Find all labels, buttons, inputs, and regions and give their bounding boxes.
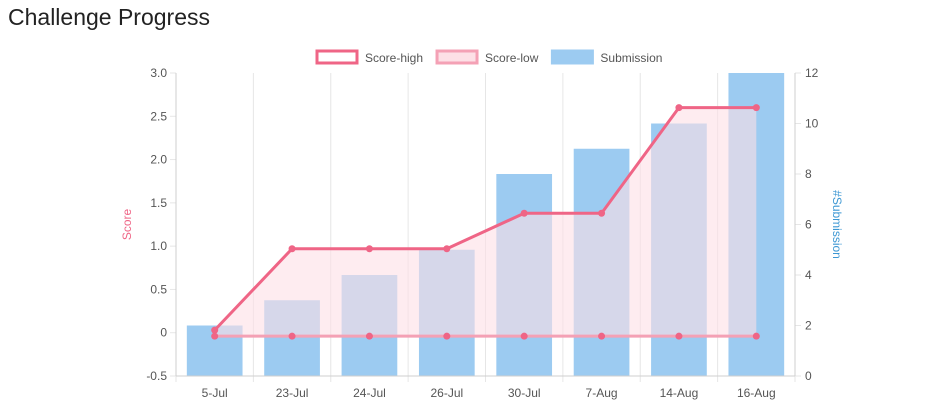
y2-tick-label: 2 xyxy=(805,319,812,333)
legend-swatch xyxy=(550,49,594,65)
y-tick-label: 1.5 xyxy=(150,196,167,210)
score-low-point xyxy=(598,332,606,340)
legend-label: Score-high xyxy=(365,51,423,65)
score-low-point xyxy=(752,332,760,340)
y2-tick-label: 6 xyxy=(805,218,812,232)
legend-label: Submission xyxy=(600,51,662,65)
score-low-point xyxy=(288,332,296,340)
x-tick-label: 16-Aug xyxy=(737,386,776,400)
score-high-point xyxy=(598,209,606,217)
score-low-point xyxy=(675,332,683,340)
y-tick-label: 2.0 xyxy=(150,153,167,167)
legend-label: Score-low xyxy=(485,51,539,65)
score-high-point xyxy=(520,209,528,217)
score-high-point xyxy=(752,104,760,112)
score-high-point xyxy=(288,245,296,253)
y-tick-label: 0.5 xyxy=(150,282,167,296)
score-low-point xyxy=(365,332,373,340)
y-axis-title: Score xyxy=(120,209,134,241)
y2-axis-title: #Submission xyxy=(830,190,844,259)
score-high-point xyxy=(443,245,451,253)
legend-swatch xyxy=(435,49,479,65)
x-tick-label: 7-Aug xyxy=(586,386,618,400)
score-high-point xyxy=(365,245,373,253)
y2-tick-label: 4 xyxy=(805,268,812,282)
y2-tick-label: 8 xyxy=(805,167,812,181)
score-low-point xyxy=(520,332,528,340)
y-tick-label: 1.0 xyxy=(150,239,167,253)
y2-tick-label: 0 xyxy=(805,369,812,383)
legend-swatch xyxy=(315,49,359,65)
y-tick-label: 2.5 xyxy=(150,109,167,123)
x-tick-label: 24-Jul xyxy=(353,386,386,400)
y-tick-label: 0 xyxy=(160,326,167,340)
score-low-point xyxy=(211,332,219,340)
score-high-point xyxy=(211,326,219,334)
y-tick-label: -0.5 xyxy=(146,369,167,383)
x-tick-label: 14-Aug xyxy=(660,386,699,400)
score-low-point xyxy=(443,332,451,340)
x-tick-label: 5-Jul xyxy=(202,386,228,400)
x-tick-label: 23-Jul xyxy=(276,386,309,400)
x-tick-label: 26-Jul xyxy=(430,386,463,400)
score-high-point xyxy=(675,104,683,112)
legend: Score-high Score-low Submission xyxy=(315,49,662,65)
y2-tick-label: 10 xyxy=(805,117,819,131)
y-tick-label: 3.0 xyxy=(150,66,167,80)
x-tick-label: 30-Jul xyxy=(508,386,541,400)
challenge-progress-chart: 3.0 2.5 2.0 1.5 1.0 0.5 0 -0.5 12 10 8 6 4 2 0 5-Jul 23-… xyxy=(120,49,844,400)
y2-tick-label: 12 xyxy=(805,66,819,80)
